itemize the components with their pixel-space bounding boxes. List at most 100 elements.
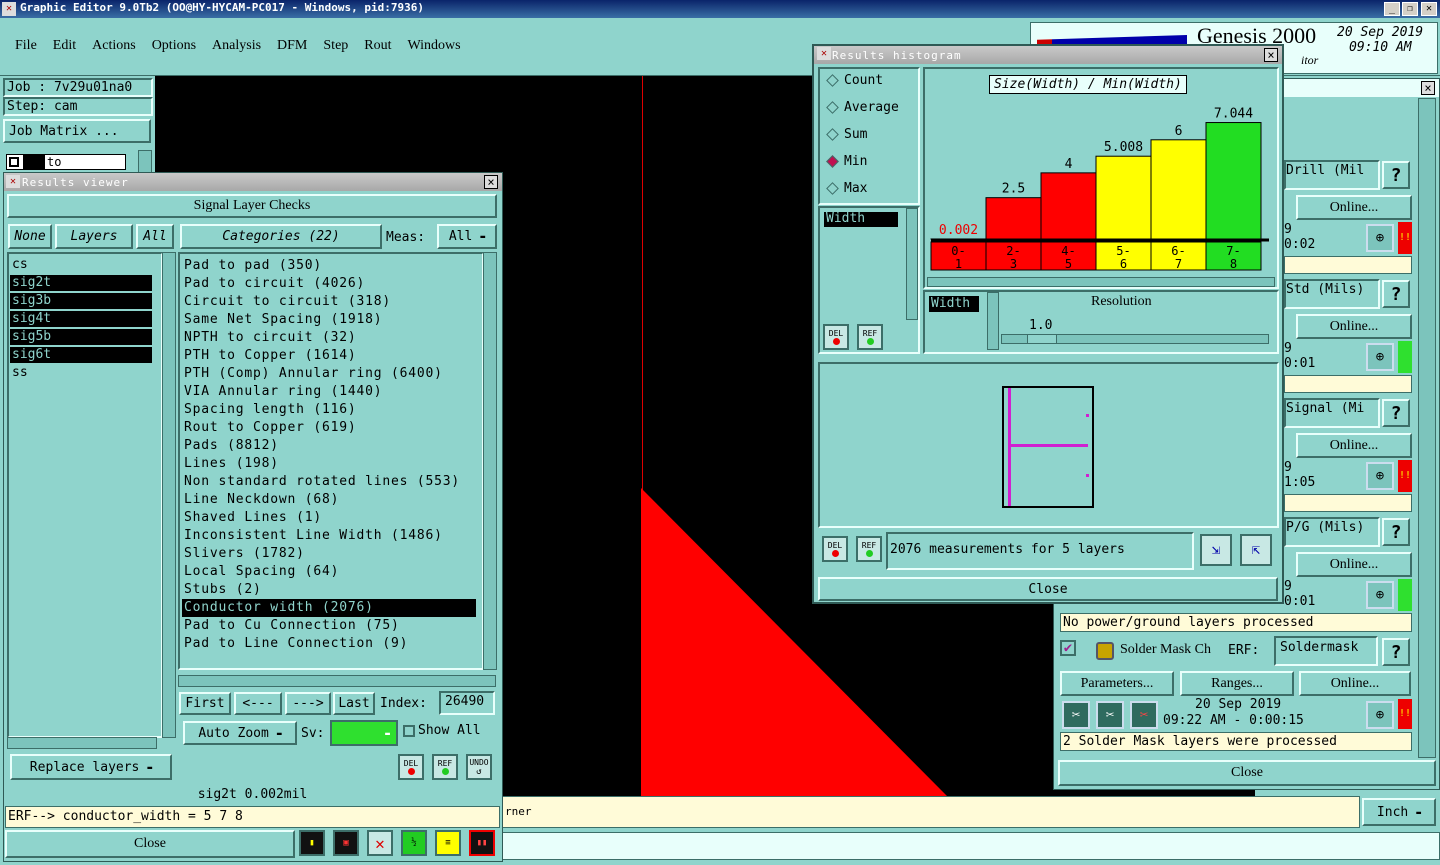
category-item[interactable]: VIA Annular ring (1440) — [182, 383, 476, 401]
tool-number-icon[interactable]: ½ — [401, 830, 427, 856]
measure-list-scrollbar[interactable] — [906, 208, 918, 320]
category-item[interactable]: Line Neckdown (68) — [182, 491, 476, 509]
hist-export-icon-2[interactable]: ⇱ — [1240, 534, 1272, 566]
categories-header-button[interactable]: Categories (22) — [180, 224, 382, 249]
layer-item[interactable]: sig6t — [10, 347, 152, 365]
measure-item-width[interactable]: Width — [824, 212, 898, 227]
prev-button[interactable]: <--- — [234, 692, 282, 715]
category-item[interactable]: Same Net Spacing (1918) — [182, 311, 476, 329]
check-help-button[interactable]: ? — [1382, 518, 1410, 546]
replace-layers-dropdown[interactable]: Replace layers ▬ — [10, 754, 172, 780]
check-zoom-icon[interactable]: ⊕ — [1366, 581, 1394, 609]
layer-item[interactable]: sig5b — [10, 329, 152, 347]
menu-dfm[interactable]: DFM — [277, 38, 307, 54]
solder-zoom-icon[interactable]: ⊕ — [1366, 701, 1394, 729]
mode-option-max[interactable]: Max — [824, 181, 867, 196]
category-item[interactable]: Slivers (1782) — [182, 545, 476, 563]
job-matrix-button[interactable]: Job Matrix ... — [3, 119, 151, 143]
results-viewer-close-icon[interactable]: × — [484, 175, 498, 189]
tool-layers-icon[interactable]: ▮ — [299, 830, 325, 856]
check-help-button[interactable]: ? — [1382, 280, 1410, 308]
hist-close-button[interactable]: Close — [818, 577, 1278, 601]
solder-run-icon-1[interactable]: ✂ — [1062, 701, 1090, 729]
menu-options[interactable]: Options — [152, 38, 196, 54]
solder-help-button[interactable]: ? — [1382, 638, 1410, 666]
layer-item[interactable]: sig3b — [10, 293, 152, 311]
rv-del-icon[interactable]: DEL — [398, 754, 424, 780]
check-zoom-icon[interactable]: ⊕ — [1366, 343, 1394, 371]
meas-dropdown[interactable]: All ▬ — [437, 224, 497, 249]
layer-item[interactable]: ss — [10, 365, 152, 383]
tool-histogram-icon[interactable]: ▮▮ — [469, 830, 495, 856]
hist-del-icon[interactable]: DEL — [822, 536, 848, 562]
hist-ref-icon[interactable]: REF — [856, 536, 882, 562]
mode-option-average[interactable]: Average — [824, 100, 899, 115]
layer-item[interactable]: sig4t — [10, 311, 152, 329]
category-item[interactable]: Pad to pad (350) — [182, 257, 476, 275]
menu-file[interactable]: File — [15, 38, 37, 54]
check-zoom-icon[interactable]: ⊕ — [1366, 224, 1394, 252]
check-online-button[interactable]: Online... — [1296, 552, 1412, 577]
show-all-checkbox[interactable] — [403, 725, 415, 737]
layers-header-button[interactable]: Layers — [55, 224, 133, 249]
check-zoom-icon[interactable]: ⊕ — [1366, 462, 1394, 490]
menu-rout[interactable]: Rout — [364, 38, 391, 54]
mode-option-min[interactable]: Min — [824, 154, 867, 169]
menu-step[interactable]: Step — [323, 38, 348, 54]
mode-option-sum[interactable]: Sum — [824, 127, 867, 142]
hist-del-icon-top[interactable]: DEL — [823, 324, 849, 350]
menu-actions[interactable]: Actions — [92, 38, 136, 54]
check-help-button[interactable]: ? — [1382, 399, 1410, 427]
category-item[interactable]: Local Spacing (64) — [182, 563, 476, 581]
solder-run-icon-2[interactable]: ✂ — [1096, 701, 1124, 729]
layer-item[interactable]: sig2t — [10, 275, 152, 293]
check-online-button[interactable]: Online... — [1296, 433, 1412, 458]
maximize-button[interactable]: ❐ — [1402, 2, 1418, 16]
mode-option-count[interactable]: Count — [824, 73, 883, 88]
tool-report-icon[interactable]: ≡ — [435, 830, 461, 856]
auto-zoom-dropdown[interactable]: Auto Zoom ▬ — [183, 721, 297, 745]
category-item[interactable]: Pad to circuit (4026) — [182, 275, 476, 293]
layer-item[interactable]: cs — [10, 257, 152, 275]
category-item[interactable]: Shaved Lines (1) — [182, 509, 476, 527]
category-item[interactable]: PTH (Comp) Annular ring (6400) — [182, 365, 476, 383]
solder-erf-field[interactable]: Soldermask — [1274, 636, 1378, 666]
check-online-button[interactable]: Online... — [1296, 195, 1412, 220]
close-window-button[interactable]: ✕ — [1421, 2, 1437, 16]
category-item[interactable]: Spacing length (116) — [182, 401, 476, 419]
rv-ref-icon[interactable]: REF — [432, 754, 458, 780]
menu-analysis[interactable]: Analysis — [212, 38, 261, 54]
tool-record-icon[interactable]: ▣ — [333, 830, 359, 856]
menu-edit[interactable]: Edit — [53, 38, 76, 54]
left-top-scrollbar[interactable] — [138, 150, 152, 174]
solder-ranges-button[interactable]: Ranges... — [1180, 671, 1294, 696]
solder-checkbox[interactable]: ✔ — [1060, 640, 1076, 656]
chart-hscroll[interactable] — [927, 277, 1275, 287]
index-field[interactable]: 26490 — [439, 691, 495, 715]
layers-all-button[interactable]: All — [136, 224, 174, 249]
layers-vscroll[interactable] — [162, 252, 176, 738]
category-item[interactable]: Non standard rotated lines (553) — [182, 473, 476, 491]
rv-close-button[interactable]: Close — [5, 830, 295, 858]
solder-run-icon-3[interactable]: ✂ — [1130, 701, 1158, 729]
categories-vscroll[interactable] — [483, 252, 497, 670]
sv-color-dropdown[interactable]: ▬ — [330, 720, 398, 746]
last-button[interactable]: Last — [333, 692, 375, 715]
histogram-close-icon[interactable]: × — [1264, 48, 1278, 62]
tool-ref-cross-icon[interactable]: ✕ — [367, 830, 393, 856]
category-item[interactable]: Conductor width (2076) — [182, 599, 476, 617]
to-checkbox[interactable] — [9, 157, 19, 167]
solder-online-button[interactable]: Online... — [1299, 671, 1411, 696]
category-item[interactable]: Pad to Line Connection (9) — [182, 635, 476, 653]
category-item[interactable]: Pads (8812) — [182, 437, 476, 455]
categories-hscroll[interactable] — [178, 675, 496, 687]
hist-ref-icon-top[interactable]: REF — [857, 324, 883, 350]
category-item[interactable]: Circuit to circuit (318) — [182, 293, 476, 311]
category-item[interactable]: Lines (198) — [182, 455, 476, 473]
menu-windows[interactable]: Windows — [408, 38, 461, 54]
next-button[interactable]: ---> — [285, 692, 331, 715]
check-help-button[interactable]: ? — [1382, 161, 1410, 189]
layers-hscroll[interactable] — [7, 737, 157, 749]
solder-parameters-button[interactable]: Parameters... — [1060, 671, 1174, 696]
hist-export-icon-1[interactable]: ⇲ — [1200, 534, 1232, 566]
